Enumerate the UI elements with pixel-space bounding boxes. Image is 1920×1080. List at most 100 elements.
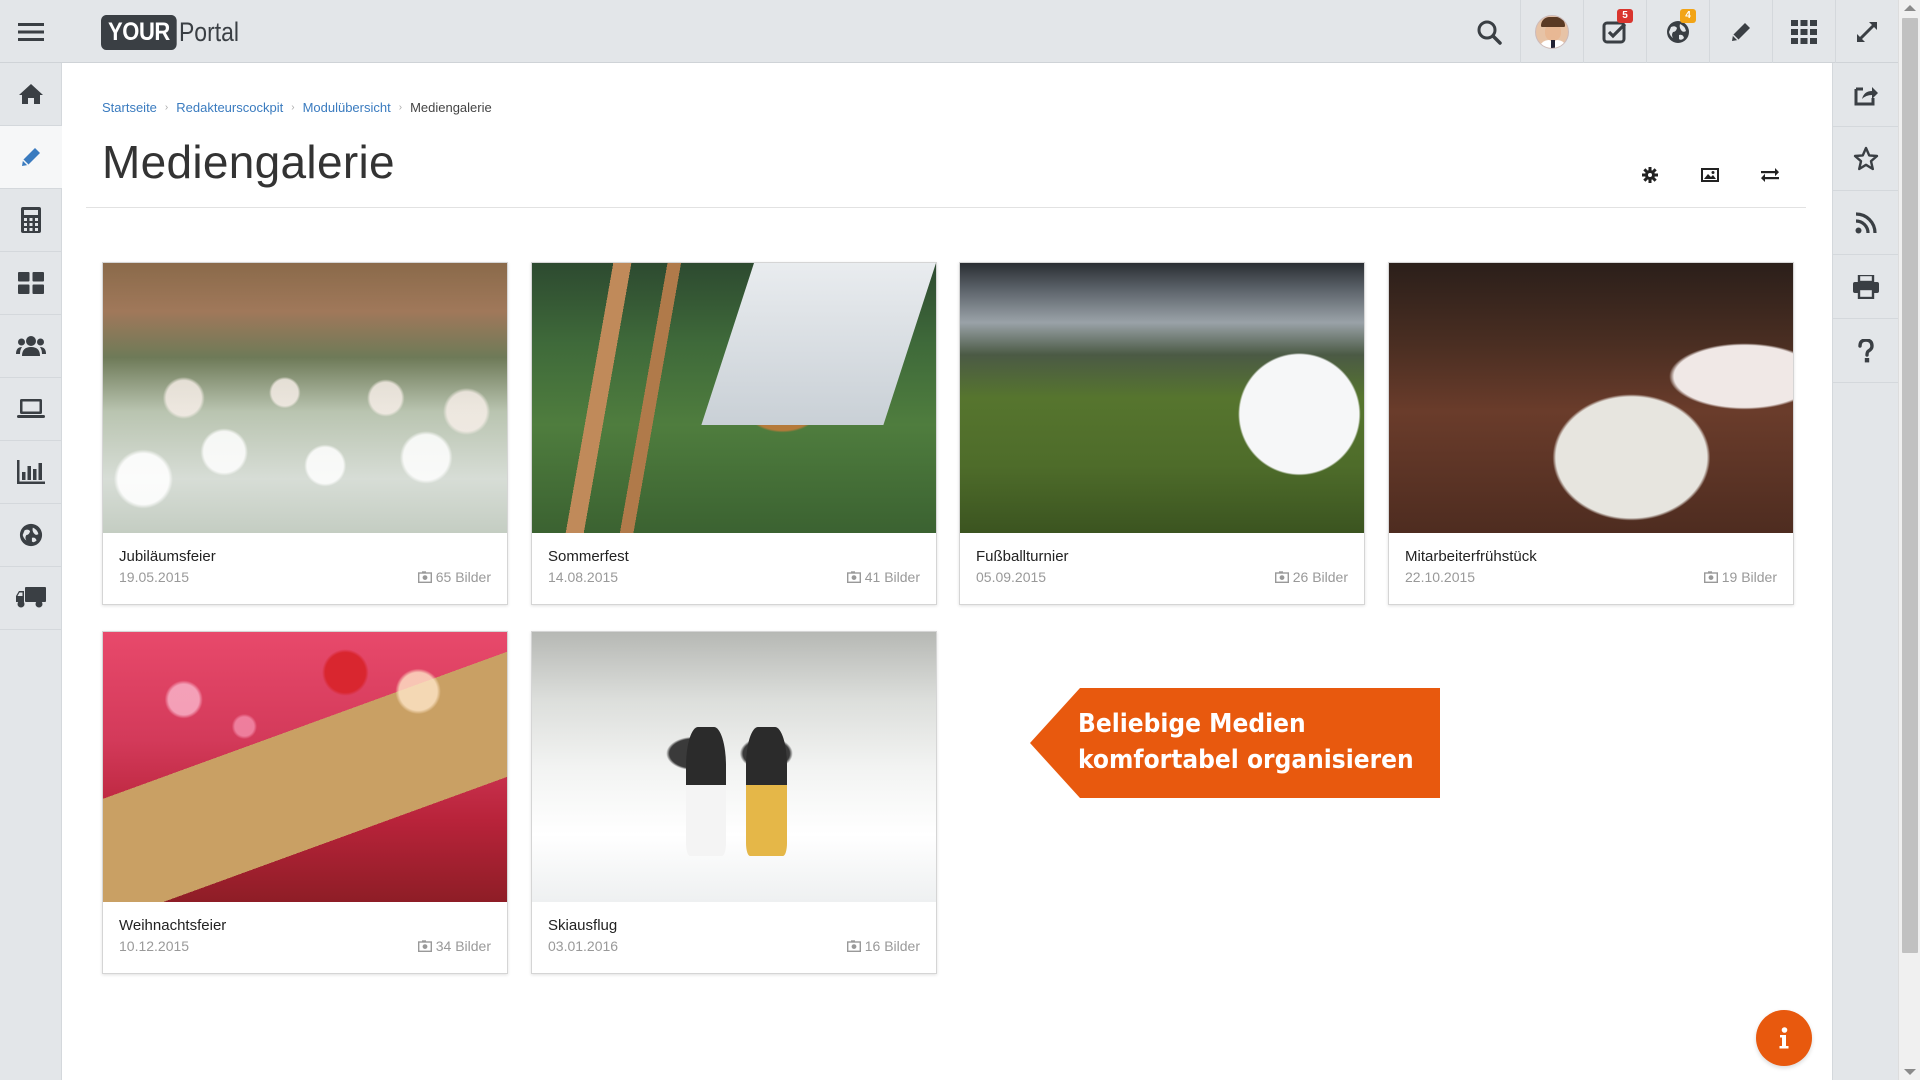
favorite-button[interactable] [1833, 127, 1899, 191]
expand-button[interactable] [1835, 0, 1898, 63]
gallery-card[interactable]: Jubiläumsfeier 19.05.2015 65 Bilder [102, 262, 508, 605]
globe-badge: 4 [1680, 9, 1696, 23]
globe-button[interactable]: 4 [1646, 0, 1709, 63]
gallery-name[interactable]: Jubiläumsfeier [119, 548, 216, 565]
gallery-count-text: 41 Bilder [864, 569, 920, 585]
question-icon [1858, 338, 1874, 362]
scroll-up-arrow[interactable] [1904, 5, 1916, 11]
gallery-card[interactable]: Weihnachtsfeier 10.12.2015 34 Bilder [102, 631, 508, 974]
help-button[interactable] [1833, 319, 1899, 383]
star-icon [1853, 146, 1879, 170]
gallery-count: 16 Bilder [846, 938, 920, 954]
calculator-icon [21, 207, 41, 233]
gallery-date: 05.09.2015 [976, 569, 1047, 585]
transfer-icon [1761, 168, 1779, 182]
top-actions: 5 4 [1457, 0, 1898, 63]
gallery-count-text: 16 Bilder [864, 938, 920, 954]
globe-icon [19, 523, 43, 547]
sidebar-item-logistics[interactable] [0, 567, 62, 630]
sidebar-item-editor[interactable] [0, 126, 62, 189]
sidebar-item-laptop[interactable] [0, 378, 62, 441]
main-content: Startseite › Redakteurscockpit › Modulüb… [62, 63, 1832, 1080]
edit-button[interactable] [1709, 0, 1772, 63]
image-view-button[interactable] [1680, 161, 1740, 189]
breadcrumb-home[interactable]: Startseite [102, 100, 157, 115]
breadcrumb-modules[interactable]: Modulübersicht [303, 100, 391, 115]
sidebar-item-web[interactable] [0, 504, 62, 567]
page-scrollbar[interactable] [1898, 0, 1920, 1080]
gallery-date: 03.01.2016 [548, 938, 619, 954]
gallery-card[interactable]: Skiausflug 03.01.2016 16 Bilder [531, 631, 937, 974]
gallery-count: 41 Bilder [846, 569, 920, 585]
gallery-date: 10.12.2015 [119, 938, 190, 954]
logo[interactable]: YOUR Portal [101, 14, 250, 50]
gallery-card[interactable]: Sommerfest 14.08.2015 41 Bilder [531, 262, 937, 605]
bar-chart-icon [17, 460, 45, 484]
print-button[interactable] [1833, 255, 1899, 319]
gallery-image[interactable] [960, 263, 1364, 533]
info-button[interactable] [1756, 1010, 1812, 1066]
promo-line-1: Beliebige Medien [1078, 709, 1306, 739]
sidebar-item-users[interactable] [0, 315, 62, 378]
gallery-name[interactable]: Sommerfest [548, 548, 629, 565]
camera-icon [417, 571, 432, 583]
top-bar: YOUR Portal 5 4 [0, 0, 1898, 63]
apps-grid-icon [1791, 19, 1817, 44]
camera-icon [846, 940, 861, 952]
gallery-count: 34 Bilder [417, 938, 491, 954]
sidebar-item-statistics[interactable] [0, 441, 62, 504]
gallery-image[interactable] [532, 632, 936, 902]
gallery-image[interactable] [1389, 263, 1793, 533]
gallery-image[interactable] [103, 263, 507, 533]
sidebar-item-home[interactable] [0, 63, 62, 126]
breadcrumb-cockpit[interactable]: Redakteurscockpit [176, 100, 283, 115]
gallery-image[interactable] [103, 632, 507, 902]
sidebar-item-calculator[interactable] [0, 189, 62, 252]
gallery-count: 65 Bilder [417, 569, 491, 585]
camera-icon [1274, 571, 1289, 583]
print-icon [1853, 274, 1879, 299]
home-icon [19, 84, 43, 104]
gallery-date: 19.05.2015 [119, 569, 190, 585]
scroll-thumb[interactable] [1902, 18, 1918, 953]
tasks-button[interactable]: 5 [1583, 0, 1646, 63]
left-sidebar [0, 63, 62, 1080]
page-title: Mediengalerie [102, 136, 395, 188]
search-icon [1477, 20, 1502, 45]
gallery-name[interactable]: Mitarbeiterfrühstück [1405, 548, 1537, 565]
rss-button[interactable] [1833, 191, 1899, 255]
scroll-down-arrow[interactable] [1904, 1069, 1916, 1075]
avatar [1535, 14, 1569, 49]
sidebar-item-dashboard[interactable] [0, 252, 62, 315]
gallery-image[interactable] [532, 263, 936, 533]
camera-icon [1703, 571, 1718, 583]
gallery-count: 19 Bilder [1703, 569, 1777, 585]
breadcrumb: Startseite › Redakteurscockpit › Modulüb… [102, 100, 492, 115]
title-divider [86, 207, 1806, 208]
dashboard-icon [18, 272, 44, 294]
user-menu-button[interactable] [1520, 0, 1583, 63]
laptop-icon [17, 399, 45, 418]
apps-button[interactable] [1772, 0, 1835, 63]
gallery-count-text: 26 Bilder [1292, 569, 1348, 585]
menu-icon[interactable] [0, 0, 62, 63]
users-icon [16, 336, 46, 356]
gallery-card[interactable]: Mitarbeiterfrühstück 22.10.2015 19 Bilde… [1388, 262, 1794, 605]
camera-icon [417, 940, 432, 952]
search-button[interactable] [1457, 0, 1520, 63]
image-icon [1701, 168, 1719, 182]
info-icon [1779, 1027, 1789, 1049]
gallery-name[interactable]: Weihnachtsfeier [119, 917, 226, 934]
gallery-card[interactable]: Fußballturnier 05.09.2015 26 Bilder [959, 262, 1365, 605]
settings-button[interactable] [1620, 161, 1680, 189]
sort-button[interactable] [1740, 161, 1800, 189]
logo-your-text: YOUR [101, 14, 177, 50]
gallery-name[interactable]: Fußballturnier [976, 548, 1069, 565]
pencil-icon [1732, 22, 1750, 41]
share-button[interactable] [1833, 63, 1899, 127]
gallery-name[interactable]: Skiausflug [548, 917, 617, 934]
tasks-badge: 5 [1617, 9, 1633, 23]
breadcrumb-current: Mediengalerie [410, 100, 492, 115]
expand-icon [1857, 21, 1877, 42]
logo-portal-text: Portal [179, 16, 240, 47]
